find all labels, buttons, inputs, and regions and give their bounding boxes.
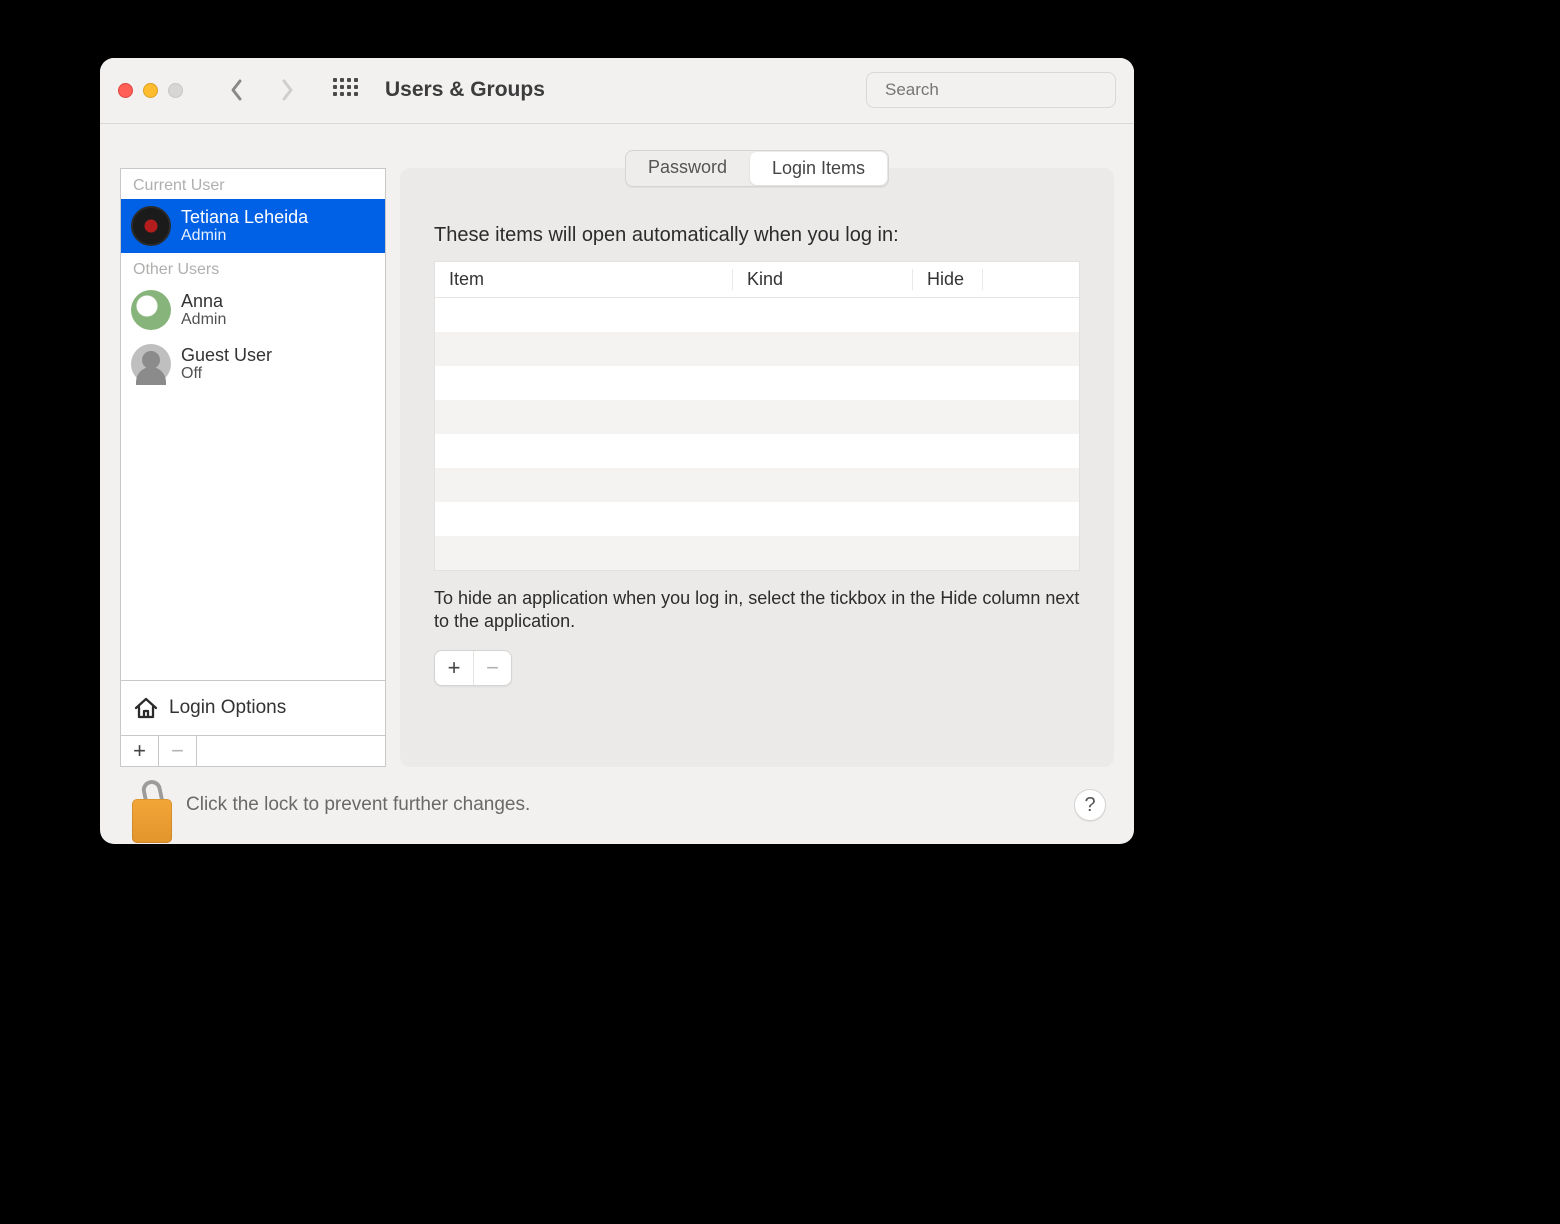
house-icon bbox=[133, 695, 159, 721]
add-login-item-button[interactable]: + bbox=[435, 651, 473, 685]
user-role: Admin bbox=[181, 227, 308, 245]
col-hide[interactable]: Hide bbox=[913, 269, 983, 290]
close-button[interactable] bbox=[118, 83, 133, 98]
table-row bbox=[435, 366, 1079, 400]
titlebar: Users & Groups bbox=[100, 58, 1134, 124]
user-row[interactable]: Anna Admin bbox=[121, 283, 385, 337]
window-title: Users & Groups bbox=[385, 78, 545, 102]
user-row[interactable]: Guest User Off bbox=[121, 337, 385, 391]
remove-user-button[interactable]: − bbox=[159, 736, 197, 766]
table-row bbox=[435, 536, 1079, 570]
table-row bbox=[435, 468, 1079, 502]
login-items-add-remove: + − bbox=[434, 650, 512, 686]
search-field[interactable] bbox=[866, 72, 1116, 108]
login-options-label: Login Options bbox=[169, 697, 286, 719]
avatar bbox=[131, 344, 171, 384]
login-items-table: Item Kind Hide bbox=[434, 261, 1080, 571]
tab-password[interactable]: Password bbox=[626, 151, 749, 186]
help-button[interactable]: ? bbox=[1074, 789, 1106, 821]
zoom-button-disabled bbox=[168, 83, 183, 98]
user-name: Anna bbox=[181, 291, 226, 312]
table-header: Item Kind Hide bbox=[435, 262, 1079, 298]
login-options-row[interactable]: Login Options bbox=[120, 680, 386, 735]
lock-button[interactable] bbox=[128, 781, 168, 829]
hide-hint: To hide an application when you log in, … bbox=[434, 587, 1080, 634]
lock-hint: Click the lock to prevent further change… bbox=[186, 794, 530, 816]
sidebar-add-remove: + − bbox=[120, 735, 386, 767]
avatar bbox=[131, 206, 171, 246]
user-role: Off bbox=[181, 365, 272, 383]
table-body[interactable] bbox=[435, 298, 1079, 570]
table-row bbox=[435, 434, 1079, 468]
user-name: Tetiana Leheida bbox=[181, 207, 308, 228]
user-name: Guest User bbox=[181, 345, 272, 366]
window-controls bbox=[118, 83, 183, 98]
table-row bbox=[435, 298, 1079, 332]
avatar bbox=[131, 290, 171, 330]
footer: Click the lock to prevent further change… bbox=[100, 767, 1134, 844]
forward-button-disabled bbox=[273, 70, 301, 110]
sidebar: Current User Tetiana Leheida Admin Other… bbox=[120, 168, 386, 767]
remove-login-item-button[interactable]: − bbox=[473, 651, 511, 685]
other-users-label: Other Users bbox=[121, 253, 385, 283]
table-row bbox=[435, 332, 1079, 366]
login-items-heading: These items will open automatically when… bbox=[434, 224, 1080, 247]
back-button[interactable] bbox=[223, 70, 251, 110]
col-kind[interactable]: Kind bbox=[733, 269, 913, 290]
user-role: Admin bbox=[181, 311, 226, 329]
tab-login-items[interactable]: Login Items bbox=[750, 152, 887, 185]
show-all-icon[interactable] bbox=[333, 78, 357, 102]
table-row bbox=[435, 400, 1079, 434]
col-item[interactable]: Item bbox=[435, 269, 733, 290]
sidebar-spacer bbox=[197, 736, 385, 766]
current-user-label: Current User bbox=[121, 169, 385, 199]
content: Current User Tetiana Leheida Admin Other… bbox=[100, 124, 1134, 767]
system-preferences-window: Users & Groups Current User Tetiana Lehe… bbox=[100, 58, 1134, 844]
tab-bar: Password Login Items bbox=[625, 150, 889, 187]
user-row-current[interactable]: Tetiana Leheida Admin bbox=[121, 199, 385, 253]
search-input[interactable] bbox=[885, 80, 1106, 100]
minimize-button[interactable] bbox=[143, 83, 158, 98]
table-row bbox=[435, 502, 1079, 536]
add-user-button[interactable]: + bbox=[121, 736, 159, 766]
main-panel: Password Login Items These items will op… bbox=[400, 168, 1114, 767]
